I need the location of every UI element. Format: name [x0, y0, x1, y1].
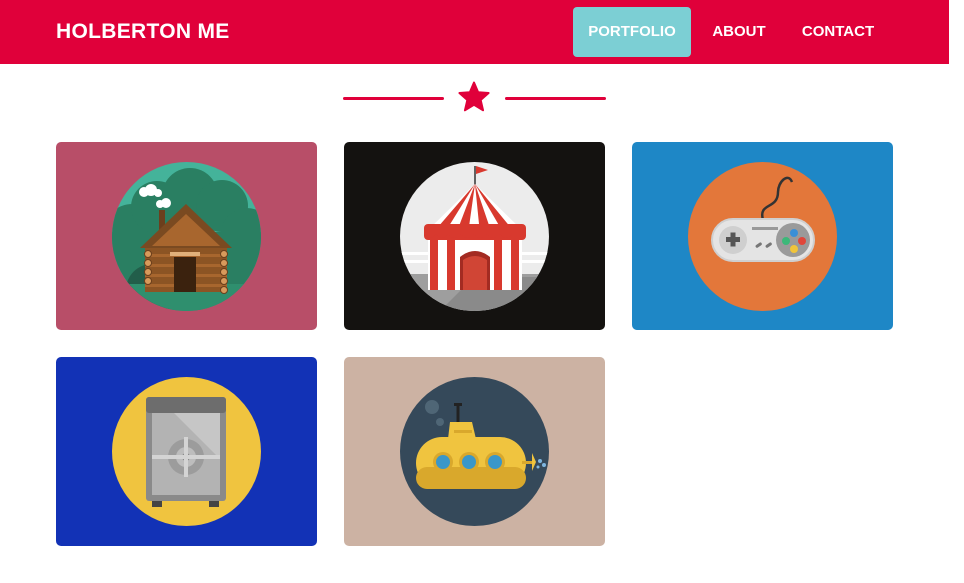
portfolio-item-safe[interactable]	[56, 357, 317, 546]
submarine-icon	[400, 377, 549, 526]
nav-contact[interactable]: CONTACT	[789, 7, 887, 57]
divider-line-left	[343, 97, 444, 100]
safe-icon	[112, 377, 261, 526]
portfolio-item-controller[interactable]	[632, 142, 893, 330]
portfolio-item-circus[interactable]	[344, 142, 605, 330]
nav-about[interactable]: ABOUT	[697, 7, 781, 57]
nav-portfolio[interactable]: PORTFOLIO	[573, 7, 691, 57]
circus-tent-icon	[400, 162, 549, 311]
section-divider	[343, 80, 606, 116]
log-cabin-icon	[112, 162, 261, 311]
portfolio-item-submarine[interactable]	[344, 357, 605, 546]
brand-title[interactable]: HOLBERTON ME	[56, 19, 230, 45]
navbar: HOLBERTON ME PORTFOLIO ABOUT CONTACT	[0, 0, 949, 64]
star-icon	[458, 81, 490, 112]
game-controller-icon	[688, 162, 837, 311]
portfolio-item-cabin[interactable]	[56, 142, 317, 330]
divider-line-right	[505, 97, 606, 100]
